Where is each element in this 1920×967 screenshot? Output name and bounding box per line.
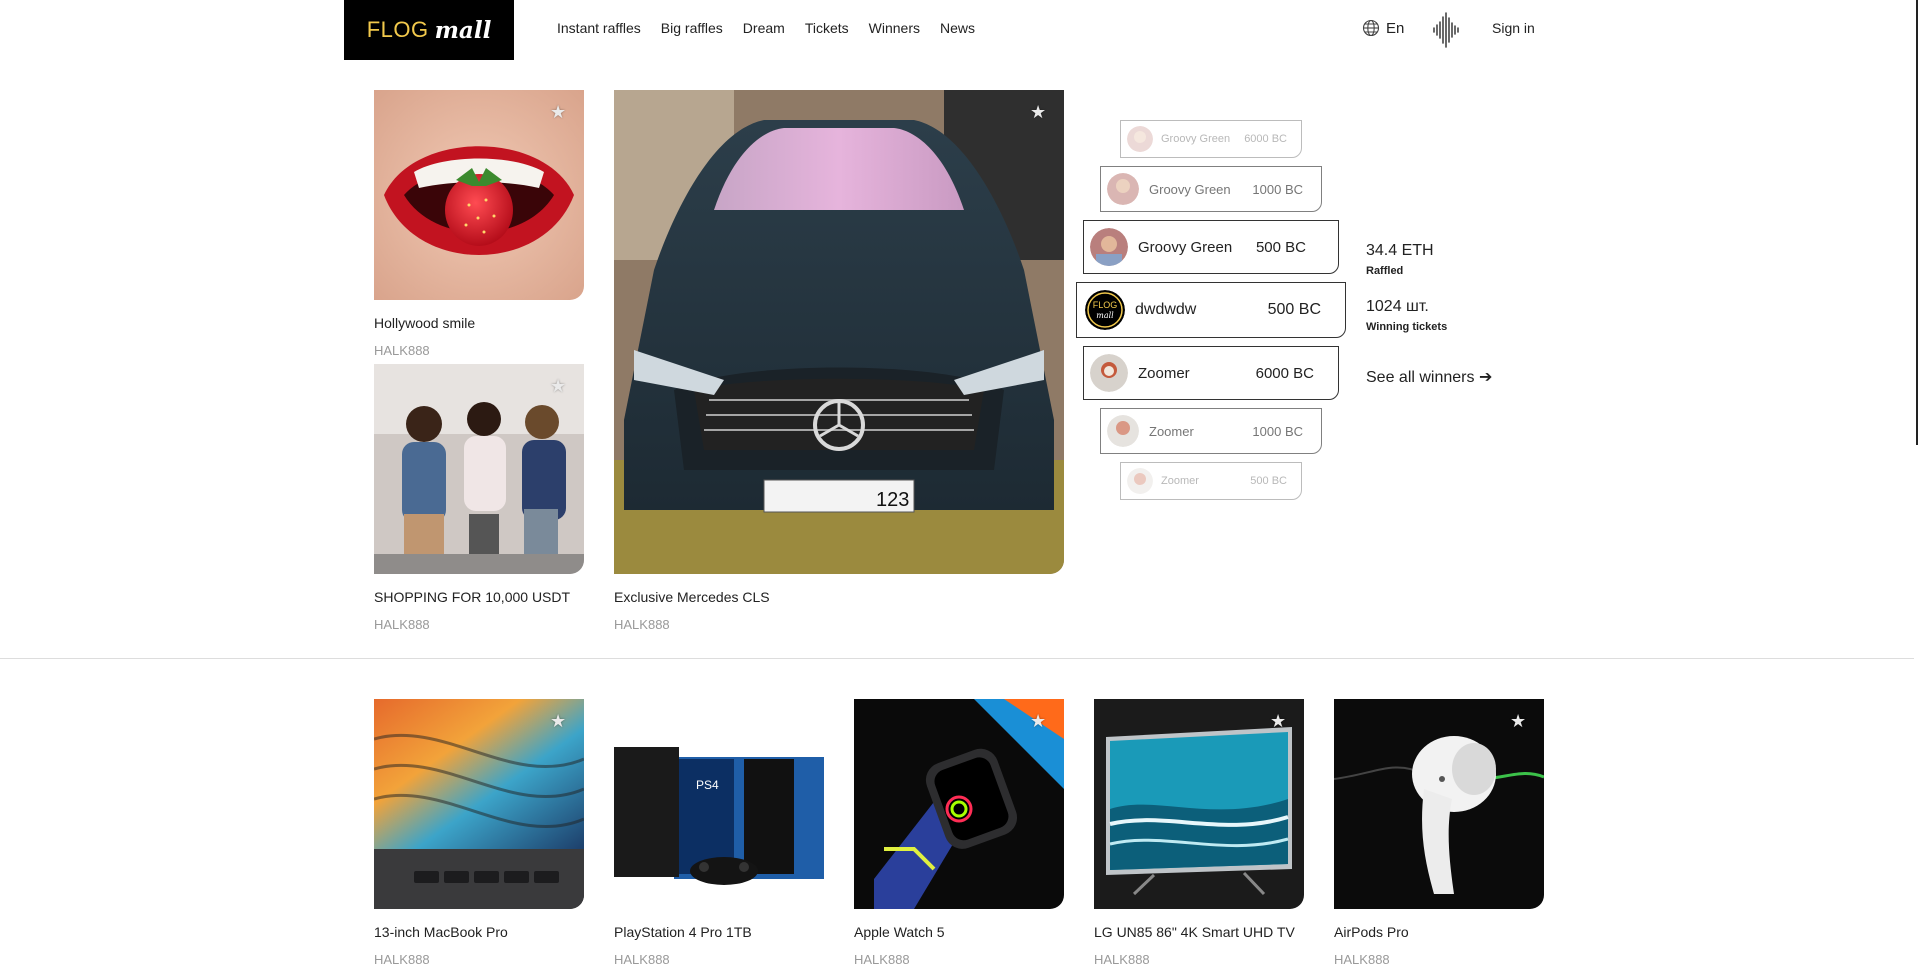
card-title: 13-inch MacBook Pro: [374, 924, 508, 940]
language-label: En: [1386, 19, 1405, 37]
winner-amount: 1000 BC: [1252, 181, 1303, 197]
winner-name: Groovy Green: [1149, 181, 1231, 197]
favorite-star-icon[interactable]: ★: [1030, 711, 1046, 732]
svg-text:FLOG: FLOG: [1093, 300, 1118, 310]
winner-amount: 6000 BC: [1244, 133, 1287, 145]
card-title: Apple Watch 5: [854, 924, 945, 940]
card-title: LG UN85 86" 4K Smart UHD TV: [1094, 924, 1295, 940]
see-all-winners-link[interactable]: See all winners ➔: [1366, 367, 1492, 387]
language-switch[interactable]: En: [1362, 19, 1404, 37]
winning-tickets-value: 1024 шт.: [1366, 298, 1429, 315]
winner-amount: 500 BC: [1250, 475, 1287, 487]
winner-row[interactable]: Groovy Green 1000 BC: [1100, 166, 1322, 212]
nav-instant-raffles[interactable]: Instant raffles: [557, 20, 641, 36]
winner-name: dwdwdw: [1135, 301, 1197, 318]
favorite-star-icon[interactable]: ★: [1030, 102, 1046, 123]
avatar: [1107, 415, 1139, 447]
winner-amount: 1000 BC: [1252, 423, 1303, 439]
winner-amount: 500 BC: [1255, 238, 1306, 256]
favorite-star-icon[interactable]: ★: [550, 102, 566, 123]
winner-amount: 6000 BC: [1255, 364, 1314, 382]
card-owner: HALK888: [1094, 952, 1150, 967]
avatar: [1107, 173, 1139, 205]
card-title: SHOPPING FOR 10,000 USDT: [374, 589, 571, 605]
winner-row[interactable]: Groovy Green 500 BC: [1083, 220, 1339, 274]
avatar: [1090, 228, 1128, 266]
card-owner: HALK888: [614, 952, 670, 967]
globe-icon: [1362, 19, 1380, 37]
ps4-image: PS4: [614, 699, 824, 909]
favorite-star-icon[interactable]: ★: [550, 376, 566, 397]
winning-tickets-label: Winning tickets: [1366, 321, 1448, 333]
car-plate-text: 123: [876, 489, 909, 511]
nav-dream[interactable]: Dream: [743, 20, 785, 36]
logo-text-mall: mall: [434, 16, 492, 44]
flog-mall-avatar: FLOG mall: [1085, 290, 1125, 330]
nav-news[interactable]: News: [940, 20, 975, 36]
logo[interactable]: FLOG mall: [344, 0, 514, 60]
card-owner: HALK888: [854, 952, 910, 967]
main-nav: Instant raffles Big raffles Dream Ticket…: [557, 20, 975, 36]
winner-row[interactable]: Zoomer 500 BC: [1120, 462, 1302, 500]
logo-text-flog: FLOG: [366, 17, 429, 42]
winner-row-highlighted[interactable]: FLOG mall dwdwdw 500 BC: [1076, 282, 1346, 338]
svg-text:PS4: PS4: [696, 778, 719, 792]
scrollbar-thumb[interactable]: [1916, 0, 1918, 445]
card-owner: HALK888: [614, 617, 670, 632]
sign-in-link[interactable]: Sign in: [1492, 20, 1535, 36]
avatar: [1090, 354, 1128, 392]
card-owner: HALK888: [374, 617, 430, 632]
card-owner: HALK888: [374, 343, 430, 358]
winner-row[interactable]: Zoomer 1000 BC: [1100, 408, 1322, 454]
winner-name: Zoomer: [1138, 364, 1190, 382]
winner-name: Zoomer: [1149, 423, 1194, 439]
favorite-star-icon[interactable]: ★: [1270, 711, 1286, 732]
raffled-label: Raffled: [1366, 265, 1404, 277]
sound-wave-icon[interactable]: [1431, 12, 1461, 48]
favorite-star-icon[interactable]: ★: [1510, 711, 1526, 732]
winner-row[interactable]: Groovy Green 6000 BC: [1120, 120, 1302, 158]
winner-name: Zoomer: [1161, 475, 1199, 487]
card-title: PlayStation 4 Pro 1TB: [614, 924, 752, 940]
winner-row[interactable]: Zoomer 6000 BC: [1083, 346, 1339, 400]
card-title: Hollywood smile: [374, 315, 476, 331]
card-title: AirPods Pro: [1334, 924, 1409, 940]
section-divider: [0, 658, 1920, 659]
avatar: [1127, 468, 1153, 494]
mercedes-image: 123: [614, 90, 1064, 574]
winner-name: Groovy Green: [1161, 133, 1231, 145]
winner-amount: 500 BC: [1267, 301, 1321, 318]
card-owner: HALK888: [374, 952, 430, 967]
avatar: [1127, 126, 1153, 152]
card-owner: HALK888: [1334, 952, 1390, 967]
card-title: Exclusive Mercedes CLS: [614, 589, 770, 605]
nav-tickets[interactable]: Tickets: [805, 20, 849, 36]
raffled-value: 34.4 ETH: [1366, 242, 1434, 259]
winner-name: Groovy Green: [1138, 238, 1233, 256]
nav-winners[interactable]: Winners: [869, 20, 920, 36]
svg-text:mall: mall: [1096, 311, 1114, 320]
favorite-star-icon[interactable]: ★: [550, 711, 566, 732]
nav-big-raffles[interactable]: Big raffles: [661, 20, 723, 36]
scrollbar[interactable]: [1914, 0, 1920, 967]
